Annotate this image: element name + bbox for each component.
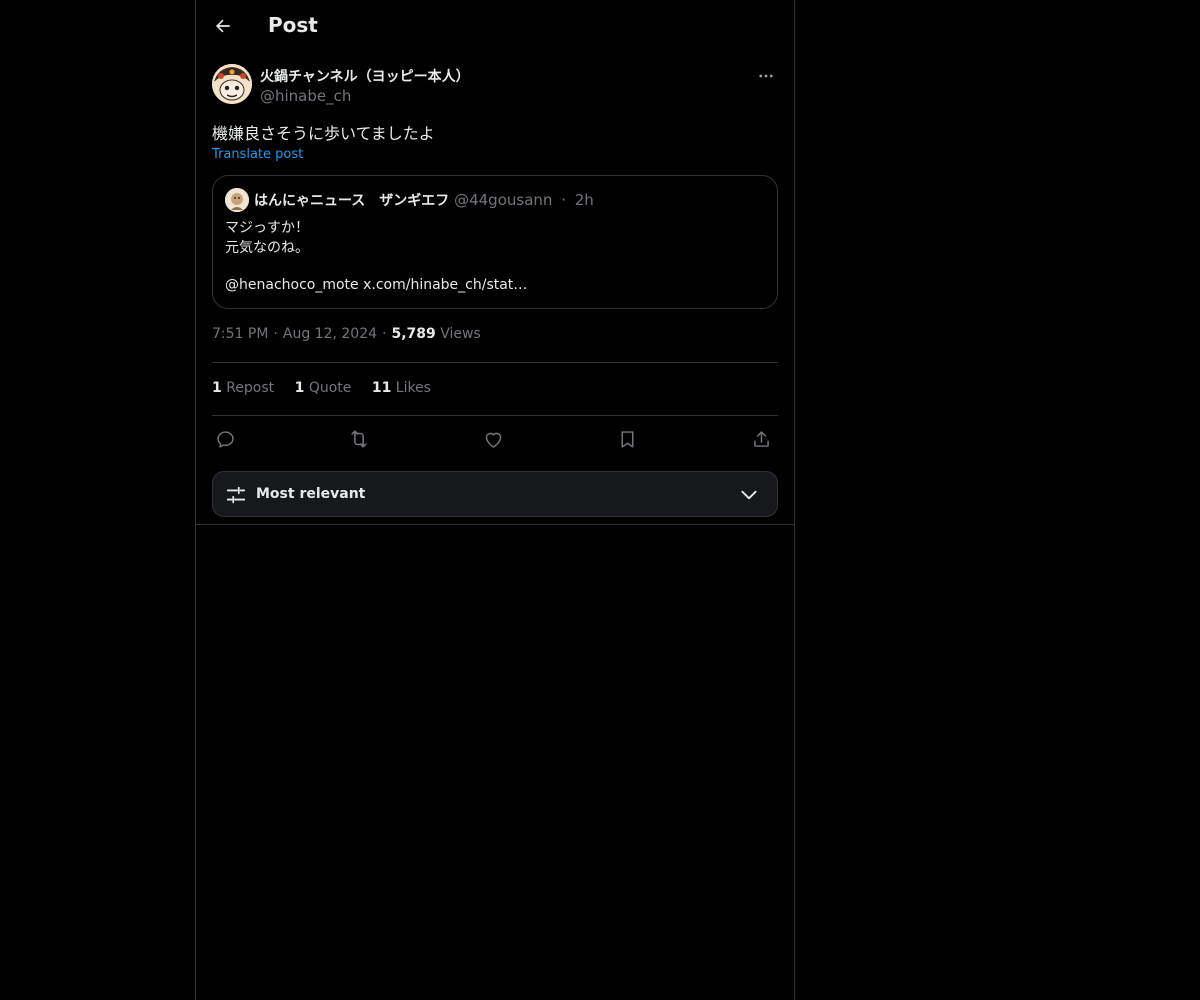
reposts-count: 1 <box>212 380 222 396</box>
page-title: Post <box>268 13 318 37</box>
section-divider <box>196 524 794 525</box>
chevron-down-icon <box>741 490 757 500</box>
author-handle[interactable]: @hinabe_ch <box>260 87 351 105</box>
more-icon <box>759 74 773 78</box>
quote-avatar <box>225 188 249 212</box>
arrow-left-icon <box>216 19 230 33</box>
sliders-icon <box>226 486 246 504</box>
author-name[interactable]: 火鍋チャンネル（ヨッピー本人） <box>260 66 470 86</box>
author-row: 火鍋チャンネル（ヨッピー本人） @hinabe_ch <box>212 64 778 108</box>
reply-button[interactable] <box>212 426 238 452</box>
bookmark-icon <box>621 430 633 448</box>
likes-label: Likes <box>395 380 431 396</box>
views-label: Views <box>440 326 481 342</box>
post-column: Post 火鍋チャンネル（ヨッピー本人） @hinabe_ch 機嫌良さそうに歩… <box>195 0 795 1000</box>
repost-button[interactable] <box>346 426 372 452</box>
like-icon <box>485 432 501 448</box>
avatar[interactable] <box>212 64 252 104</box>
meta-dot: · <box>273 326 278 342</box>
quote-text-line: @henachoco_mote x.com/hinabe_ch/stat… <box>225 277 528 293</box>
meta-dot: · <box>382 326 387 342</box>
quote-card[interactable]: はんにゃニュース ザンギエフ @44gousann · 2h マジっすか！ 元気… <box>212 175 778 309</box>
likes-stat[interactable]: 11 Likes <box>372 380 431 396</box>
more-button[interactable] <box>754 66 778 86</box>
quotes-label: Quote <box>308 380 352 396</box>
sort-label: Most relevant <box>256 486 366 502</box>
reposts-stat[interactable]: 1 Repost <box>212 380 274 396</box>
divider <box>212 415 778 416</box>
post-text: 機嫌良さそうに歩いてましたよ <box>212 124 435 143</box>
header: Post <box>196 0 794 54</box>
bookmark-button[interactable] <box>614 426 640 452</box>
like-button[interactable] <box>480 426 506 452</box>
post-date[interactable]: Aug 12, 2024 <box>283 326 377 342</box>
quote-time: 2h <box>574 191 594 209</box>
engagement-stats: 1 Repost 1 Quote 11 Likes <box>212 380 447 396</box>
likes-count: 11 <box>371 380 392 396</box>
post-meta: 7:51 PM · Aug 12, 2024 · 5,789 Views <box>212 326 481 342</box>
quote-author-handle: @44gousann <box>454 191 553 209</box>
reply-icon <box>216 430 234 448</box>
views-count: 5,789 <box>391 326 436 342</box>
quote-text-line: マジっすか！ <box>225 220 309 236</box>
quotes-count: 1 <box>294 380 305 396</box>
back-button[interactable] <box>210 13 236 39</box>
quote-dot: · <box>561 191 566 209</box>
quote-text-line: 元気なのね。 <box>225 240 309 256</box>
divider <box>212 362 778 363</box>
reposts-label: Repost <box>226 380 275 396</box>
quote-author-name: はんにゃニュース ザンギエフ <box>254 193 450 209</box>
reply-sort-dropdown[interactable]: Most relevant <box>212 471 778 517</box>
quote-header: はんにゃニュース ザンギエフ @44gousann · 2h <box>254 190 594 210</box>
share-icon <box>753 430 769 447</box>
translate-post-link[interactable]: Translate post <box>212 147 303 162</box>
quotes-stat[interactable]: 1 Quote <box>295 380 352 396</box>
repost-icon <box>351 430 367 448</box>
action-bar <box>212 426 778 452</box>
share-button[interactable] <box>748 426 774 452</box>
post-time[interactable]: 7:51 PM <box>212 326 268 342</box>
